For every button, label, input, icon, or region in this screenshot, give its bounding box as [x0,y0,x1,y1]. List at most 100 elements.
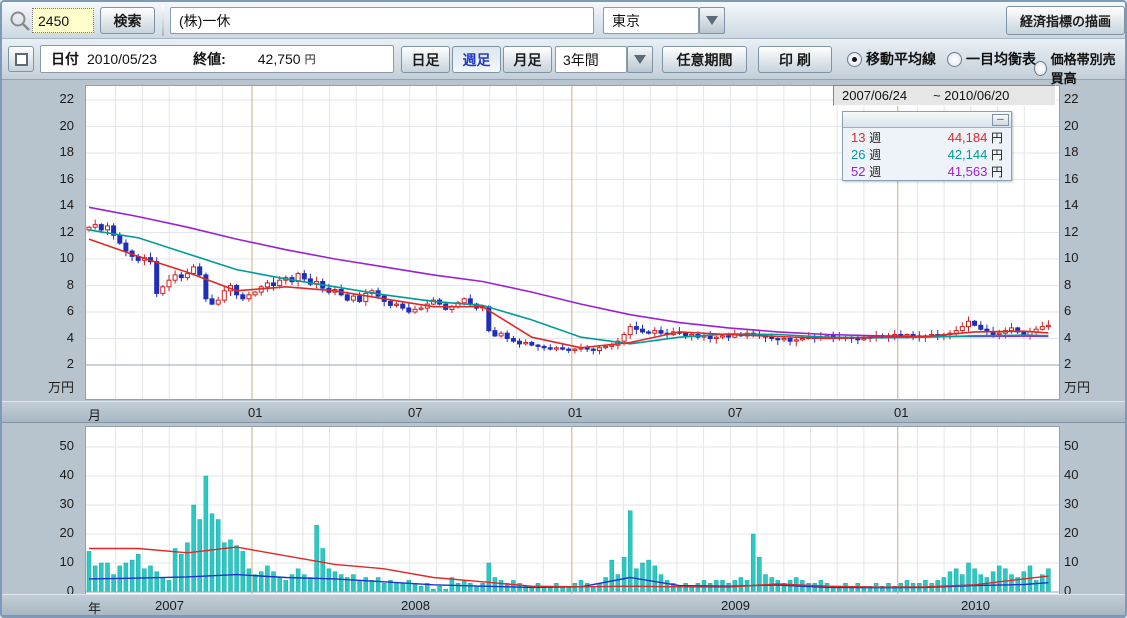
month-tick: 01 [248,405,262,420]
minimize-icon: ─ [997,114,1003,124]
month-tick: 01 [894,405,908,420]
radio-icon [1034,61,1047,76]
axis-tick-label: 30 [1064,496,1127,511]
stock-code-input[interactable] [32,8,94,33]
month-tick: 07 [728,405,742,420]
axis-tick-label: 10 [4,250,74,265]
close-yen-suffix: 円 [305,51,316,67]
week-suffix: 週 [869,148,881,162]
month-tick: 01 [568,405,582,420]
year-tick: 2010 [961,598,990,613]
axis-tick-label: 8 [4,277,74,292]
axis-tick-label: 22 [4,91,74,106]
axis-tick-label: 10 [1064,250,1127,265]
weekly-tab[interactable]: 週足 [452,46,501,73]
axis-tick-label: 40 [4,467,74,482]
market-dropdown-button[interactable] [699,7,725,34]
radio-moving-average[interactable]: 移動平均線 [847,49,936,69]
year-tick: 2007 [155,598,184,613]
axis-tick-label: 14 [4,197,74,212]
axis-tick-label: 50 [4,438,74,453]
daily-tab[interactable]: 日足 [401,46,450,73]
window-icon [15,53,28,66]
year-tick: 2009 [721,598,750,613]
quote-info-field: 日付 2010/05/23 終値: 42,750 円 [40,45,394,73]
axis-tick-label: 20 [4,118,74,133]
axis-tick-label: 22 [1064,91,1127,106]
ma13-value: 44,184 [948,130,988,145]
economic-indicator-button[interactable]: 経済指標の描画 [1006,6,1125,35]
radio-icon [947,52,962,67]
year-axis-label: 年 [88,598,101,617]
radio-pricevol-label: 価格帯別売買高 [1051,49,1125,87]
ma-legend-row-13w: 13 週 44,184 円 [843,128,1011,145]
toolbar-divider [162,5,164,36]
radio-ichimoku-label: 一目均衡表 [966,49,1036,69]
stock-name-field[interactable]: (株)一休 [170,7,594,34]
axis-tick-label: 2 [4,356,74,371]
year-axis-bar: 年 2007 2008 2009 2010 [2,594,1125,616]
radio-ma-label: 移動平均線 [866,49,936,69]
axis-tick-label: 14 [1064,197,1127,212]
ma13-label: 13 [851,130,865,145]
chevron-down-icon [706,16,718,25]
axis-tick-label: 4 [1064,330,1127,345]
axis-tick-label: 20 [1064,118,1127,133]
axis-tick-label: 50 [1064,438,1127,453]
stock-chart-app: 検索 (株)一休 東京 経済指標の描画 日付 2010/05/23 終値: 42… [0,0,1127,618]
close-label: 終値: [193,49,226,69]
radio-selected-icon [847,52,862,67]
range-end: ~ 2010/06/20 [907,88,1009,103]
axis-tick-label: 2 [1064,356,1127,371]
axis-tick-label: 6 [4,303,74,318]
axis-tick-label: 16 [4,171,74,186]
ma26-value: 42,144 [948,147,988,162]
date-label: 日付 [51,49,79,69]
axis-tick-label: 12 [1064,224,1127,239]
print-button[interactable]: 印 刷 [758,46,832,73]
ma52-label: 52 [851,164,865,179]
toolbar-bottom: 日付 2010/05/23 終値: 42,750 円 日足 週足 月足 3年間 … [2,39,1125,80]
market-select-field[interactable]: 東京 [603,7,699,34]
year-tick: 2008 [401,598,430,613]
axis-tick-label: 18 [4,144,74,159]
price-unit-label-right: 万円 [1064,377,1127,396]
axis-tick-label: 6 [1064,303,1127,318]
window-mode-button[interactable] [8,46,34,72]
monthly-tab[interactable]: 月足 [503,46,552,73]
range-start: 2007/06/24 [834,88,907,103]
period-select-field[interactable]: 3年間 [555,46,627,73]
ma-legend-header[interactable]: ─ [843,112,1011,128]
month-axis-label: 月 [88,405,101,424]
price-unit-label-left: 万円 [4,377,74,396]
ma-legend-row-52w: 52 週 41,563 円 [843,162,1011,179]
search-button[interactable]: 検索 [100,7,155,34]
close-value: 42,750 [258,51,301,67]
date-value: 2010/05/23 [87,51,157,67]
date-range-box[interactable]: 2007/06/24 ~ 2010/06/20 [833,85,1056,106]
yen-suffix: 円 [991,165,1003,179]
radio-price-volume[interactable]: 価格帯別売買高 [1034,49,1125,87]
toolbar-top: 検索 (株)一休 東京 経済指標の描画 [2,2,1125,39]
axis-tick-label: 30 [4,496,74,511]
axis-tick-label: 8 [1064,277,1127,292]
minimize-button[interactable]: ─ [992,114,1009,126]
ma-legend-box[interactable]: ─ 13 週 44,184 円 26 週 42,144 円 52 週 41,56… [842,111,1012,181]
axis-tick-label: 20 [4,525,74,540]
axis-tick-label: 12 [4,224,74,239]
radio-ichimoku[interactable]: 一目均衡表 [947,49,1036,69]
month-axis-bar: 月 0107010701 [2,401,1125,423]
yen-suffix: 円 [991,131,1003,145]
volume-chart-canvas [86,427,1059,594]
search-icon [8,9,32,33]
week-suffix: 週 [869,131,881,145]
axis-tick-label: 10 [4,554,74,569]
chevron-down-icon [634,55,646,64]
yen-suffix: 円 [991,148,1003,162]
ma52-value: 41,563 [948,164,988,179]
custom-period-button[interactable]: 任意期間 [662,46,747,73]
ma26-label: 26 [851,147,865,162]
axis-tick-label: 18 [1064,144,1127,159]
period-dropdown-button[interactable] [627,46,653,73]
axis-tick-label: 40 [1064,467,1127,482]
